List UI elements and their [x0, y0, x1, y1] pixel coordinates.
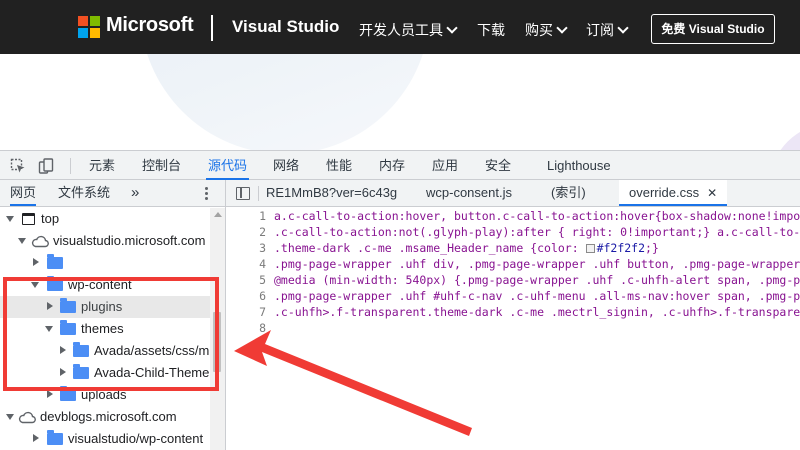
nav-subscribe[interactable]: 订阅 [586, 20, 629, 40]
code-line: 6 .pmg-page-wrapper .uhf #uhf-c-nav .c-uh… [226, 288, 800, 304]
expand-arrow-icon[interactable] [6, 414, 14, 420]
frame-icon [22, 213, 35, 225]
inspect-element-icon[interactable] [10, 158, 26, 174]
code-line: 4 .pmg-page-wrapper .uhf div, .pmg-page-w… [226, 256, 800, 272]
code-text: a.c-call-to-action:hover, button.c-call-… [274, 209, 800, 223]
line-number: 6 [259, 289, 266, 303]
tab-console[interactable]: 控制台 [140, 151, 183, 180]
page-hero [0, 54, 800, 150]
expand-arrow-icon[interactable] [33, 258, 39, 266]
chevron-down-icon [446, 22, 458, 34]
code-line: 3 .theme-dark .c-me .msame_Header_name {c… [226, 240, 800, 256]
code-text: .c-uhfh>.f-transparent.theme-dark .c-me … [274, 305, 800, 319]
line-number: 8 [259, 321, 266, 335]
header-divider [211, 15, 213, 41]
annotation-highlight-box [3, 277, 219, 391]
tab-security[interactable]: 安全 [483, 151, 513, 180]
folder-icon [47, 254, 63, 269]
tree-item-domain[interactable]: devblogs.microsoft.com [0, 406, 210, 428]
devtools-toolbar: 元素 控制台 源代码 网络 性能 内存 应用 安全 Lighthouse [0, 150, 800, 180]
toolbar-divider [70, 158, 71, 174]
tree-item-label: visualstudio/wp-content [68, 431, 204, 446]
cloud-icon [18, 411, 36, 424]
line-number: 2 [259, 225, 266, 239]
nav-label: 购买 [525, 22, 553, 38]
tree-item-label: visualstudio.microsoft.com [53, 233, 206, 248]
code-text: .pmg-page-wrapper .uhf #uhf-c-nav .c-uhf… [274, 289, 800, 303]
nav-dev-tools[interactable]: 开发人员工具 [359, 20, 458, 40]
tab-elements[interactable]: 元素 [87, 151, 117, 180]
tab-performance[interactable]: 性能 [324, 151, 354, 180]
tab-network[interactable]: 网络 [271, 151, 301, 180]
code-line: 7 .c-uhfh>.f-transparent.theme-dark .c-me… [226, 304, 800, 320]
tab-page[interactable]: 网页 [10, 180, 37, 206]
line-number: 5 [259, 273, 266, 287]
microsoft-logo-icon[interactable] [78, 16, 100, 38]
code-text-end: ;} [645, 241, 659, 255]
code-line: 5 @media (min-width: 540px) {.pmg-page-wr… [226, 272, 800, 288]
line-number: 1 [259, 209, 266, 223]
nav-downloads[interactable]: 下载 [477, 20, 505, 40]
chevron-down-icon [617, 22, 629, 34]
code-text: .theme-dark .c-me .msame_Header_name {co… [274, 240, 659, 256]
tree-item-folder[interactable]: visualstudio/wp-content [0, 428, 210, 450]
decorative-blob [140, 54, 430, 150]
editor-tab-label: override.css [629, 185, 700, 200]
code-line: 8 [226, 320, 800, 336]
code-text: @media (min-width: 540px) {.pmg-page-wra… [274, 273, 800, 287]
decorative-blob [770, 124, 800, 150]
scroll-up-icon[interactable] [214, 212, 222, 217]
color-swatch-icon[interactable] [585, 244, 595, 253]
color-value: #f2f2f2 [596, 241, 646, 255]
product-name[interactable]: Visual Studio [232, 17, 339, 37]
device-toolbar-icon[interactable] [38, 158, 54, 174]
code-text-start: .theme-dark .c-me .msame_Header_name {co… [274, 241, 586, 255]
tree-item-label: top [41, 211, 60, 226]
code-text: .pmg-page-wrapper .uhf div, .pmg-page-wr… [274, 257, 800, 271]
toggle-navigator-icon[interactable] [236, 187, 250, 200]
editor-tab[interactable]: (索引) [551, 180, 586, 206]
chevron-down-icon [556, 22, 568, 34]
tab-filesystem[interactable]: 文件系统 [58, 180, 110, 206]
tab-sources[interactable]: 源代码 [206, 151, 250, 180]
navigator-tabs: 网页 文件系统 » [0, 180, 225, 207]
tree-item-label: devblogs.microsoft.com [40, 409, 177, 424]
editor-tab[interactable]: wcp-consent.js [426, 180, 512, 206]
code-area[interactable]: 1 a.c-call-to-action:hover, button.c-call… [226, 208, 800, 450]
nav-label: 下载 [477, 22, 505, 38]
more-tabs-button[interactable]: » [131, 180, 139, 206]
nav-buy[interactable]: 购买 [525, 20, 568, 40]
nav-label: 开发人员工具 [359, 22, 443, 38]
tab-lighthouse[interactable]: Lighthouse [545, 151, 613, 180]
line-number: 7 [259, 305, 266, 319]
tab-divider [258, 186, 259, 201]
editor-tabs: RE1MmB8?ver=6c43g wcp-consent.js (索引) ov… [226, 180, 800, 207]
cloud-icon [31, 235, 49, 248]
editor-tab[interactable]: RE1MmB8?ver=6c43g [266, 180, 397, 206]
code-line: 2 .c-call-to-action:not(.glyph-play):afte… [226, 224, 800, 240]
tree-item-domain[interactable]: visualstudio.microsoft.com [0, 230, 210, 252]
tree-item-folder[interactable] [0, 252, 210, 274]
line-number: 3 [259, 241, 266, 255]
tree-item-top[interactable]: top [0, 208, 210, 230]
free-vs-button[interactable]: 免费 Visual Studio [651, 14, 775, 44]
close-icon[interactable]: ✕ [707, 186, 717, 200]
tab-memory[interactable]: 内存 [377, 151, 407, 180]
tab-application[interactable]: 应用 [430, 151, 460, 180]
site-header: Microsoft Visual Studio 开发人员工具 下载 购买 订阅 … [0, 0, 800, 54]
more-options-icon[interactable] [205, 187, 209, 201]
expand-arrow-icon[interactable] [18, 238, 26, 244]
code-line: 1 a.c-call-to-action:hover, button.c-call… [226, 208, 800, 224]
brand-name[interactable]: Microsoft [106, 14, 194, 37]
code-text: .c-call-to-action:not(.glyph-play):after… [274, 225, 800, 239]
expand-arrow-icon[interactable] [6, 216, 14, 222]
expand-arrow-icon[interactable] [33, 434, 39, 442]
expand-arrow-icon[interactable] [47, 390, 53, 398]
editor-tab-active[interactable]: override.css ✕ [619, 180, 728, 206]
line-number: 4 [259, 257, 266, 271]
source-editor: RE1MmB8?ver=6c43g wcp-consent.js (索引) ov… [226, 180, 800, 450]
nav-label: 订阅 [586, 22, 614, 38]
folder-icon [47, 430, 63, 445]
